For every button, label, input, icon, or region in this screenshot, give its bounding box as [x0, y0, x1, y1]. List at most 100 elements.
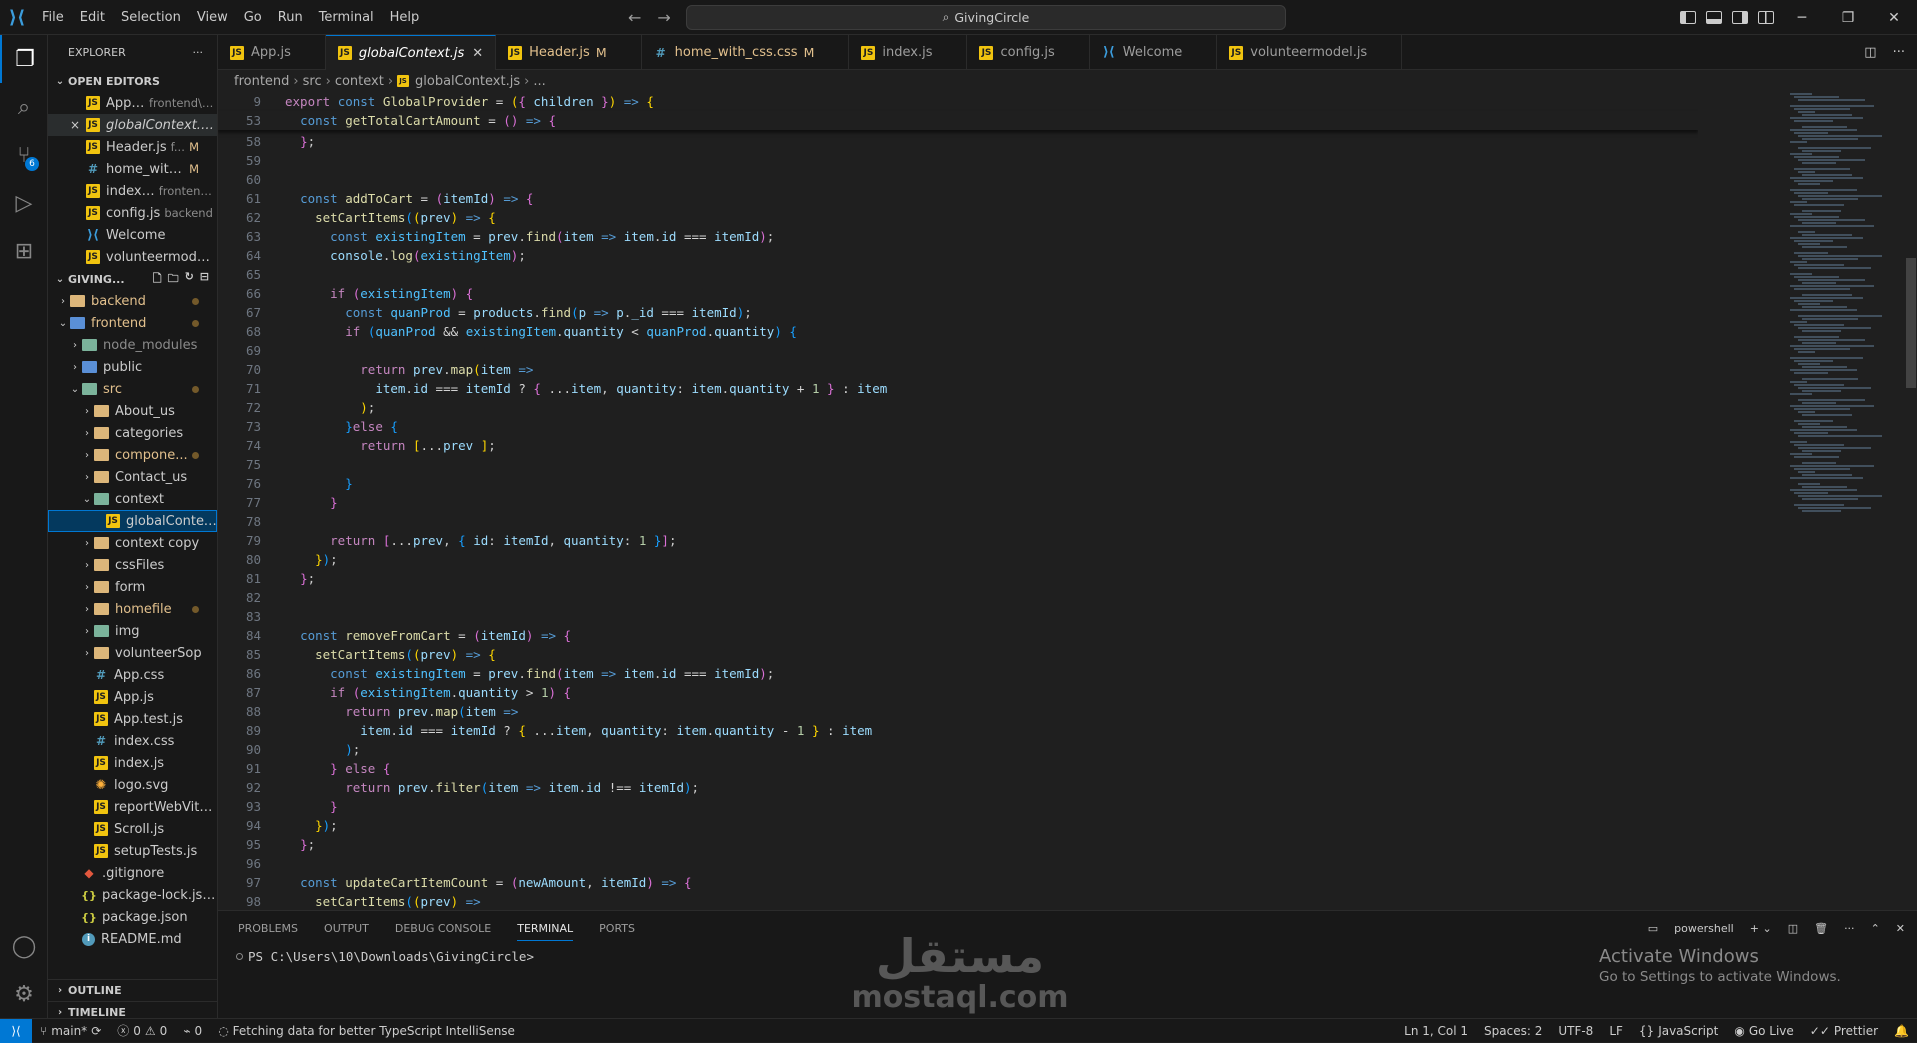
tree-file[interactable]: i README.md — [48, 928, 217, 950]
code-line[interactable]: 74 return [...prev ]; — [218, 436, 1698, 455]
tree-folder[interactable]: ⌄ frontend — [48, 312, 217, 334]
open-editor-item[interactable]: JS index.js frontend... — [48, 180, 217, 202]
tree-folder[interactable]: › About_us — [48, 400, 217, 422]
command-center[interactable]: ⌕ GivingCircle — [686, 5, 1286, 30]
open-editor-item[interactable]: JS Header.js f... M — [48, 136, 217, 158]
editor-tab[interactable]: JS volunteermodel.js — [1217, 35, 1403, 70]
maximize-panel-icon[interactable]: ⌃ — [1871, 922, 1880, 935]
source-control-icon[interactable]: ⑂ 6 — [0, 131, 48, 179]
indentation[interactable]: Spaces: 2 — [1476, 1024, 1550, 1038]
split-editor-icon[interactable]: ◫ — [1864, 45, 1876, 60]
new-folder-icon[interactable]: 🗀 — [168, 270, 179, 289]
open-editor-item[interactable]: JS App.js frontend\src — [48, 92, 217, 114]
tree-folder[interactable]: › homefile — [48, 598, 217, 620]
code-line[interactable]: 73 }else { — [218, 417, 1698, 436]
tree-file[interactable]: # index.css — [48, 730, 217, 752]
code-line[interactable]: 94 }); — [218, 816, 1698, 835]
code-line[interactable]: 70 return prev.map(item => — [218, 360, 1698, 379]
open-editor-item[interactable]: × JS globalContext.js... — [48, 114, 217, 136]
restore-button[interactable]: ❐ — [1825, 0, 1871, 35]
panel-tab[interactable]: DEBUG CONSOLE — [395, 922, 491, 935]
toggle-primary-sidebar-icon[interactable] — [1680, 11, 1696, 24]
tree-folder[interactable]: › compone... — [48, 444, 217, 466]
close-tab-icon[interactable]: ✕ — [472, 46, 483, 61]
breadcrumb-item[interactable]: context — [335, 74, 384, 89]
tree-folder[interactable]: ⌄ src — [48, 378, 217, 400]
code-line[interactable]: 93 } — [218, 797, 1698, 816]
code-line[interactable]: 61 const addToCart = (itemId) => { — [218, 189, 1698, 208]
code-line[interactable]: 83 — [218, 607, 1698, 626]
editor-tab[interactable]: JS config.js — [967, 35, 1090, 70]
tree-folder[interactable]: › backend — [48, 290, 217, 312]
code-line[interactable]: 58 }; — [218, 132, 1698, 151]
editor-tab[interactable]: ⟩⟨ Welcome — [1090, 35, 1218, 70]
tree-folder[interactable]: › public — [48, 356, 217, 378]
code-line[interactable]: 63 const existingItem = prev.find(item =… — [218, 227, 1698, 246]
go-live[interactable]: ◉ Go Live — [1726, 1024, 1801, 1038]
toggle-panel-icon[interactable] — [1706, 11, 1722, 24]
menu-go[interactable]: Go — [236, 0, 270, 35]
split-terminal-icon[interactable]: ◫ — [1788, 922, 1798, 935]
new-file-icon[interactable]: 🗋 — [153, 270, 162, 289]
end-of-line[interactable]: LF — [1601, 1024, 1631, 1038]
tree-folder[interactable]: › Contact_us — [48, 466, 217, 488]
refresh-icon[interactable]: ↻ — [185, 270, 194, 289]
code-line[interactable]: 85 setCartItems((prev) => { — [218, 645, 1698, 664]
code-line[interactable]: 87 if (existingItem.quantity > 1) { — [218, 683, 1698, 702]
menu-selection[interactable]: Selection — [113, 0, 189, 35]
tree-file[interactable]: JS App.test.js — [48, 708, 217, 730]
new-terminal-icon[interactable]: + ⌄ — [1750, 922, 1772, 935]
open-editor-item[interactable]: ⟩⟨ Welcome — [48, 224, 217, 246]
more-actions-icon[interactable]: ··· — [193, 46, 204, 59]
more-actions-icon[interactable]: ··· — [1893, 45, 1905, 60]
menu-terminal[interactable]: Terminal — [311, 0, 382, 35]
editor-scrollbar-thumb[interactable] — [1906, 258, 1916, 388]
explorer-icon[interactable]: ❐ — [0, 35, 48, 83]
tree-file[interactable]: JS index.js — [48, 752, 217, 774]
code-line[interactable]: 90 ); — [218, 740, 1698, 759]
code-line[interactable]: 91 } else { — [218, 759, 1698, 778]
tree-folder[interactable]: › form — [48, 576, 217, 598]
open-editor-item[interactable]: JS config.js backend — [48, 202, 217, 224]
menu-file[interactable]: File — [34, 0, 72, 35]
branch-status[interactable]: ⑂ main* ⟳ — [32, 1024, 109, 1038]
code-line[interactable]: 84 const removeFromCart = (itemId) => { — [218, 626, 1698, 645]
tree-file[interactable]: JS globalContex... — [48, 510, 217, 532]
remote-indicator-icon[interactable]: ⟩⟨ — [0, 1018, 32, 1043]
cursor-position[interactable]: Ln 1, Col 1 — [1396, 1024, 1476, 1038]
minimize-button[interactable]: ─ — [1779, 0, 1825, 35]
code-line[interactable]: 77 } — [218, 493, 1698, 512]
code-line[interactable]: 69 — [218, 341, 1698, 360]
tree-folder[interactable]: › node_modules — [48, 334, 217, 356]
toggle-secondary-sidebar-icon[interactable] — [1732, 11, 1748, 24]
collapse-all-icon[interactable]: ⊟ — [200, 270, 209, 289]
breadcrumb-item[interactable]: src — [303, 74, 322, 89]
tree-folder[interactable]: › categories — [48, 422, 217, 444]
tree-file[interactable]: JS Scroll.js — [48, 818, 217, 840]
breadcrumb-item[interactable]: globalContext.js — [415, 74, 520, 89]
settings-gear-icon[interactable]: ⚙ — [0, 970, 48, 1018]
tree-folder[interactable]: › img — [48, 620, 217, 642]
menu-run[interactable]: Run — [270, 0, 311, 35]
problems-status[interactable]: ⓧ 0 ⚠ 0 — [109, 1022, 175, 1039]
kill-terminal-icon[interactable]: 🗑 — [1814, 922, 1828, 935]
tree-file[interactable]: JS App.js — [48, 686, 217, 708]
panel-tab[interactable]: OUTPUT — [324, 922, 369, 935]
tree-file[interactable]: {} package-lock.json — [48, 884, 217, 906]
code-line[interactable]: 76 } — [218, 474, 1698, 493]
search-view-icon[interactable]: ⌕ — [0, 83, 48, 131]
code-line[interactable]: 62 setCartItems((prev) => { — [218, 208, 1698, 227]
editor-scrollbar[interactable] — [1905, 92, 1917, 910]
tree-folder[interactable]: › cssFiles — [48, 554, 217, 576]
code-line[interactable]: 65 — [218, 265, 1698, 284]
close-icon[interactable]: × — [70, 118, 80, 132]
panel-tab[interactable]: TERMINAL — [517, 922, 574, 941]
forward-arrow-icon[interactable]: → — [657, 8, 670, 27]
code-line[interactable]: 97 const updateCartItemCount = (newAmoun… — [218, 873, 1698, 892]
prettier-status[interactable]: ✓✓ Prettier — [1802, 1024, 1886, 1038]
close-panel-icon[interactable]: ✕ — [1896, 922, 1905, 935]
terminal-shell-name[interactable]: powershell — [1674, 922, 1734, 935]
language-mode[interactable]: {} JavaScript — [1631, 1024, 1726, 1038]
tree-file[interactable]: ✺ logo.svg — [48, 774, 217, 796]
code-line[interactable]: 95 }; — [218, 835, 1698, 854]
